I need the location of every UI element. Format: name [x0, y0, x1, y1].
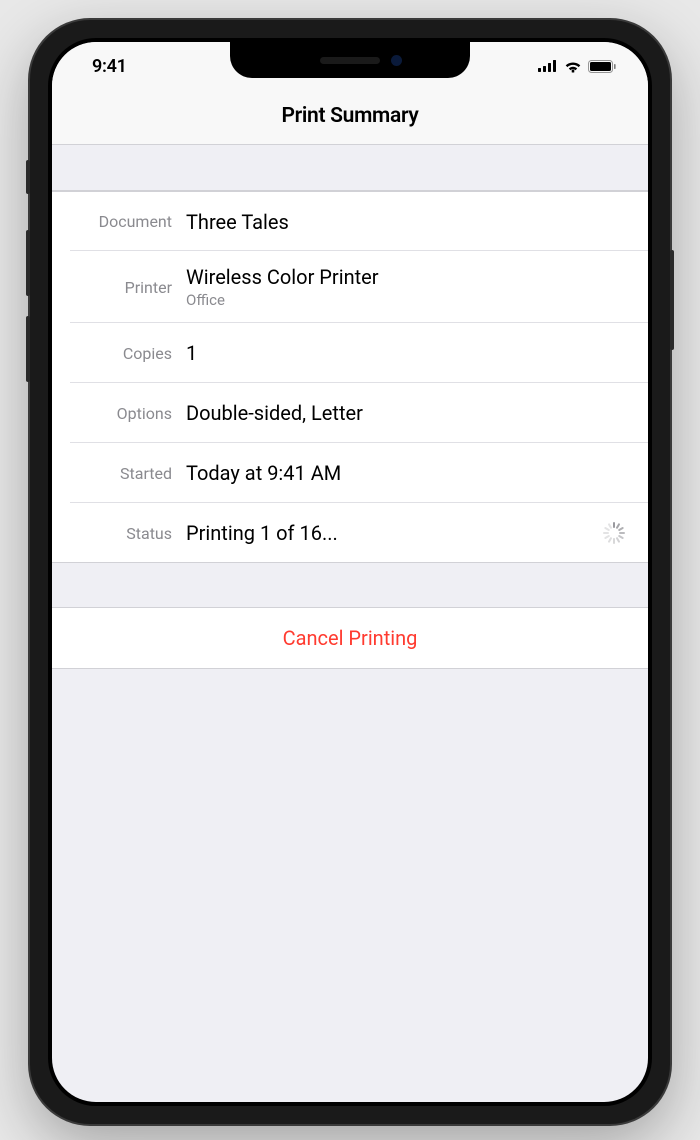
status-value: Printing 1 of 16...	[186, 521, 602, 545]
options-value: Double-sided, Letter	[186, 401, 630, 425]
spinner-icon	[602, 522, 624, 544]
battery-icon	[588, 60, 616, 73]
document-label: Document	[70, 212, 186, 231]
cancel-printing-button[interactable]: Cancel Printing	[52, 607, 648, 669]
phone-frame: 9:41 Print Summary Document Three Tales …	[30, 20, 670, 1124]
copies-label: Copies	[70, 344, 186, 363]
volume-down-button	[26, 316, 30, 382]
document-value: Three Tales	[186, 210, 630, 234]
nav-bar: Print Summary	[52, 90, 648, 145]
started-value: Today at 9:41 AM	[186, 461, 630, 485]
printer-location: Office	[186, 291, 630, 309]
status-time: 9:41	[92, 56, 127, 77]
section-gap	[52, 145, 648, 191]
document-row: Document Three Tales	[52, 191, 648, 251]
silence-switch	[26, 160, 30, 194]
cellular-icon	[538, 60, 558, 72]
wifi-icon	[564, 60, 582, 73]
started-row: Started Today at 9:41 AM	[52, 443, 648, 503]
screen: 9:41 Print Summary Document Three Tales …	[52, 42, 648, 1102]
started-label: Started	[70, 464, 186, 483]
copies-row: Copies 1	[52, 323, 648, 383]
page-title: Print Summary	[52, 104, 648, 128]
status-icons	[538, 60, 616, 73]
printer-value: Wireless Color Printer	[186, 265, 630, 289]
printer-label: Printer	[70, 278, 186, 297]
options-row: Options Double-sided, Letter	[52, 383, 648, 443]
power-button	[670, 250, 674, 350]
notch	[230, 42, 470, 78]
status-label: Status	[70, 524, 186, 543]
volume-up-button	[26, 230, 30, 296]
copies-value: 1	[186, 341, 630, 365]
status-row: Status Printing 1 of 16...	[52, 503, 648, 563]
options-label: Options	[70, 404, 186, 423]
printer-row: Printer Wireless Color Printer Office	[52, 251, 648, 323]
